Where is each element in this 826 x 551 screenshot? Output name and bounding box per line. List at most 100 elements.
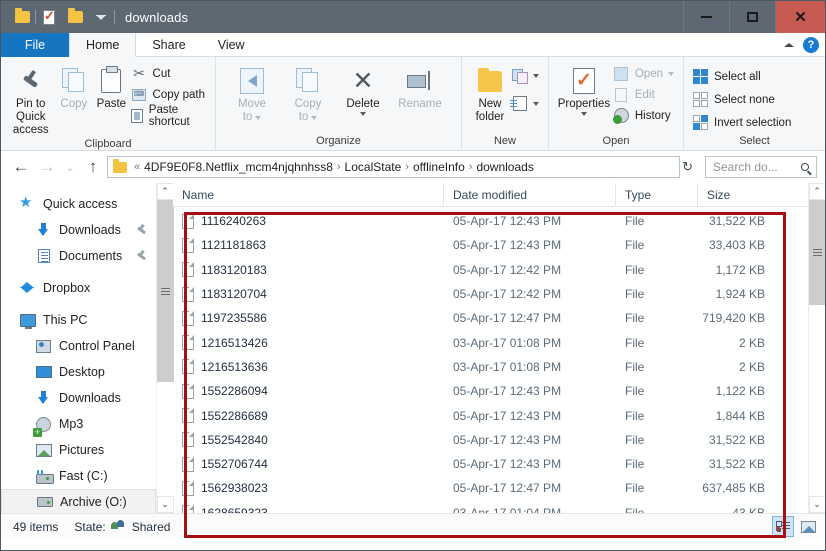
details-view-button[interactable] <box>772 516 794 537</box>
refresh-button[interactable]: ↻ <box>682 159 693 175</box>
qat-new-folder-icon[interactable] <box>62 1 88 33</box>
nav-scroll-thumb[interactable] <box>156 200 174 382</box>
pin-to-quick-access-button[interactable]: Pin to Quick access <box>6 60 56 137</box>
collapse-ribbon-icon[interactable] <box>784 43 794 47</box>
breadcrumb[interactable]: « 4DF9E0F8.Netflix_mcm4njqhnhss8 › Local… <box>107 156 681 178</box>
table-row[interactable]: 1121181863 05-Apr-17 12:43 PM File 33,403 K… <box>173 233 808 257</box>
list-scroll-track[interactable] <box>808 200 825 496</box>
sidebar-item-control-panel[interactable]: Control Panel <box>1 333 156 359</box>
open-button[interactable]: Open <box>613 64 678 83</box>
breadcrumb-item-1[interactable]: LocalState <box>345 160 402 174</box>
tab-home[interactable]: Home <box>69 33 137 57</box>
sidebar-item-fast-c[interactable]: Fast (C:) <box>1 463 156 489</box>
select-all-button[interactable]: Select all <box>692 67 795 86</box>
file-name-cell[interactable]: 1628659323 <box>173 505 444 513</box>
breadcrumb-item-0[interactable]: 4DF9E0F8.Netflix_mcm4njqhnhss8 <box>144 160 333 174</box>
invert-selection-button[interactable]: Invert selection <box>692 113 795 132</box>
table-row[interactable]: 1116240263 05-Apr-17 12:43 PM File 31,522 K… <box>173 209 808 233</box>
file-name-cell[interactable]: 1183120704 <box>173 286 444 302</box>
delete-button[interactable]: ✕ Delete <box>336 60 390 116</box>
sidebar-item-documents[interactable]: Documents <box>1 243 156 269</box>
new-item-caret-icon[interactable] <box>533 74 539 78</box>
table-row[interactable]: 1216513426 03-Apr-17 01:08 PM File 2 KB <box>173 330 808 354</box>
copy-button[interactable]: Copy <box>56 60 93 111</box>
edit-button[interactable]: Edit <box>613 85 678 104</box>
table-row[interactable]: 1183120704 05-Apr-17 12:42 PM File 1,924 KB <box>173 282 808 306</box>
nav-scroll-up-button[interactable]: ⌃ <box>156 183 174 200</box>
new-folder-button[interactable]: New folder <box>469 60 511 124</box>
history-button[interactable]: History <box>612 106 678 125</box>
table-row[interactable]: 1216513636 03-Apr-17 01:08 PM File 2 KB <box>173 355 808 379</box>
file-name-cell[interactable]: 1552542840 <box>173 432 444 448</box>
recent-locations-button[interactable]: ⌄ <box>61 155 79 179</box>
qat-properties-icon[interactable] <box>36 1 62 33</box>
cut-button[interactable]: ✂ Cut <box>131 64 210 83</box>
file-name-cell[interactable]: 1197235586 <box>173 310 444 326</box>
up-button[interactable]: ↑ <box>81 155 105 179</box>
file-name-cell[interactable]: 1552706744 <box>173 456 444 472</box>
table-row[interactable]: 1552542840 05-Apr-17 12:43 PM File 31,522 K… <box>173 428 808 452</box>
easy-access-button[interactable] <box>509 94 543 113</box>
sidebar-item-dropbox[interactable]: Dropbox <box>1 275 156 301</box>
nav-pane-scrollbar[interactable]: ⌃ ⌄ <box>156 183 174 513</box>
file-name-cell[interactable]: 1552286094 <box>173 383 444 399</box>
easy-access-caret-icon[interactable] <box>533 102 539 106</box>
sidebar-item-downloads[interactable]: Downloads <box>1 385 156 411</box>
table-row[interactable]: 1552286689 05-Apr-17 12:43 PM File 1,844 KB <box>173 403 808 427</box>
tab-view[interactable]: View <box>202 33 261 57</box>
sidebar-item-desktop[interactable]: Desktop <box>1 359 156 385</box>
table-row[interactable]: 1197235586 05-Apr-17 12:47 PM File 719,420 … <box>173 306 808 330</box>
file-name-cell[interactable]: 1552286689 <box>173 408 444 424</box>
sidebar-item-this-pc[interactable]: This PC <box>1 307 156 333</box>
file-name-cell[interactable]: 1216513426 <box>173 335 444 351</box>
file-name-cell[interactable]: 1216513636 <box>173 359 444 375</box>
sidebar-item-archive-o[interactable]: Archive (O:) <box>1 489 156 513</box>
paste-shortcut-button[interactable]: Paste shortcut <box>131 104 210 128</box>
minimize-button[interactable] <box>683 1 729 33</box>
file-name-cell[interactable]: 1121181863 <box>173 237 444 253</box>
qat-folder-icon[interactable] <box>9 1 35 33</box>
table-row[interactable]: 1183120183 05-Apr-17 12:42 PM File 1,172 KB <box>173 258 808 282</box>
table-row[interactable]: 1562938023 05-Apr-17 12:47 PM File 637,485 … <box>173 476 808 500</box>
maximize-button[interactable] <box>729 1 775 33</box>
sidebar-item-quick-access[interactable]: Quick access <box>1 191 156 217</box>
properties-caret-icon[interactable] <box>580 112 587 116</box>
list-scroll-down-button[interactable]: ⌄ <box>808 496 825 513</box>
large-icons-view-button[interactable] <box>797 516 819 537</box>
table-row[interactable]: 1552706744 05-Apr-17 12:43 PM File 31,522 K… <box>173 452 808 476</box>
tab-file[interactable]: File <box>1 33 69 57</box>
nav-scroll-track[interactable] <box>156 200 174 496</box>
move-to-button[interactable]: Move to <box>224 60 280 124</box>
file-name-cell[interactable]: 1116240263 <box>173 213 444 229</box>
tab-share[interactable]: Share <box>136 33 201 57</box>
properties-button[interactable]: Properties <box>555 60 613 116</box>
rename-button[interactable]: Rename <box>390 60 450 111</box>
copy-to-button[interactable]: Copy to <box>280 60 336 124</box>
file-list-scrollbar[interactable]: ⌃ ⌄ <box>808 183 825 513</box>
column-header-type[interactable]: Type <box>616 182 698 207</box>
copy-path-button[interactable]: ⌨ Copy path <box>131 85 210 104</box>
column-header-size[interactable]: Size <box>698 183 781 207</box>
nav-scroll-down-button[interactable]: ⌄ <box>156 496 174 513</box>
search-input[interactable]: Search do... <box>705 156 817 178</box>
file-name-cell[interactable]: 1183120183 <box>173 262 444 278</box>
paste-button[interactable]: Paste <box>92 60 130 111</box>
file-name-cell[interactable]: 1562938023 <box>173 480 444 496</box>
qat-customize-caret-icon[interactable] <box>88 1 114 33</box>
help-icon[interactable]: ? <box>803 37 819 53</box>
sidebar-item-mp3[interactable]: Mp3 <box>1 411 156 437</box>
new-item-button[interactable] <box>511 66 543 85</box>
open-caret-icon[interactable] <box>668 72 674 76</box>
delete-caret-icon[interactable] <box>360 112 366 116</box>
move-to-caret-icon[interactable] <box>255 116 262 120</box>
copy-to-caret-icon[interactable] <box>311 116 318 120</box>
list-scroll-up-button[interactable]: ⌃ <box>808 183 825 200</box>
list-scroll-thumb[interactable] <box>808 200 825 305</box>
breadcrumb-overflow[interactable]: « <box>132 161 142 173</box>
pin-icon[interactable] <box>136 224 147 236</box>
breadcrumb-item-3[interactable]: downloads <box>476 160 533 174</box>
back-button[interactable]: ← <box>9 155 33 179</box>
sidebar-item-downloads-qa[interactable]: Downloads <box>1 217 156 243</box>
pin-icon[interactable] <box>136 250 147 262</box>
table-row[interactable]: 1552286094 05-Apr-17 12:43 PM File 1,122 KB <box>173 379 808 403</box>
